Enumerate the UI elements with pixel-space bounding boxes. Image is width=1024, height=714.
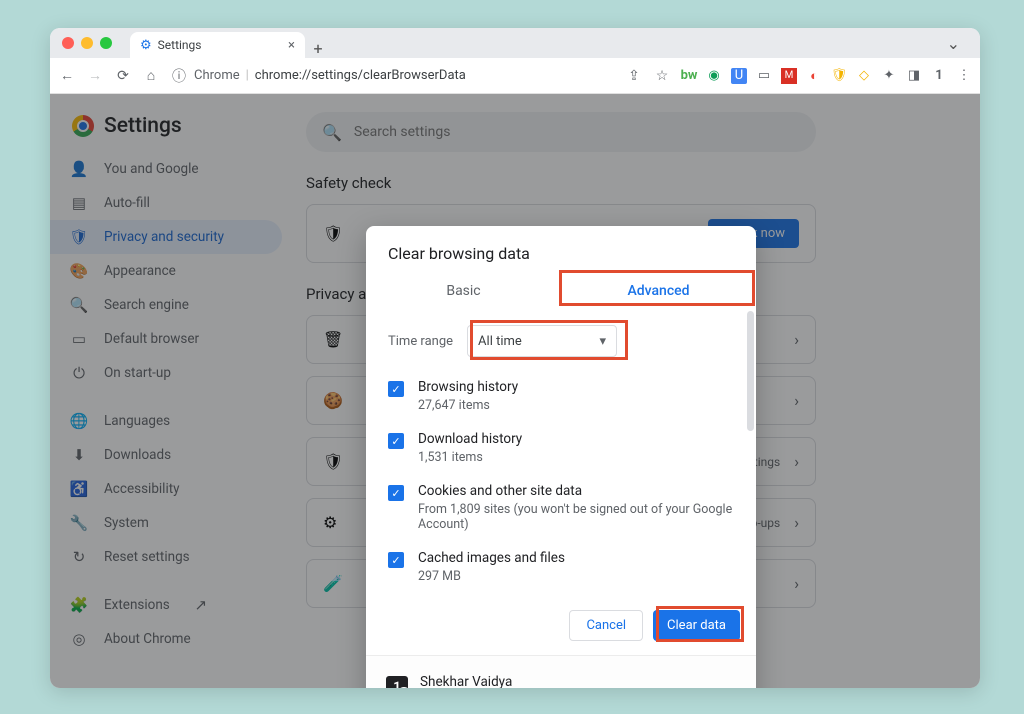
close-tab-icon[interactable]: × (288, 38, 295, 53)
check-cache[interactable]: ✓ Cached images and files297 MB (388, 544, 734, 596)
back-button[interactable]: ← (58, 67, 76, 84)
check-browsing-history[interactable]: ✓ Browsing history27,647 items (388, 373, 734, 425)
extension-icon[interactable]: 1 (931, 68, 947, 84)
clear-data-button[interactable]: Clear data (653, 610, 740, 641)
time-range-label: Time range (388, 334, 453, 349)
forward-button[interactable]: → (86, 67, 104, 84)
url-prefix: Chrome (194, 68, 240, 83)
checkbox-checked-icon[interactable]: ✓ (388, 433, 404, 449)
gear-icon: ⚙ (140, 38, 152, 53)
home-button[interactable]: ⌂ (142, 67, 160, 84)
chrome-window: ⚙ Settings × + ⌄ ← → ⟳ ⌂ ⓘ Chrome | chro… (50, 28, 980, 688)
reload-button[interactable]: ⟳ (114, 68, 132, 84)
check-download-history[interactable]: ✓ Download history1,531 items (388, 425, 734, 477)
settings-page: Settings 👤You and Google ▤Auto-fill 🛡Pri… (50, 94, 980, 688)
dialog-actions: Cancel Clear data (366, 602, 756, 656)
time-range-select[interactable]: All time ▾ (467, 325, 617, 357)
sync-account-row[interactable]: 1 Shekhar Vaidya Syncing to shekhar@tech… (366, 656, 756, 688)
address-bar[interactable]: ⓘ Chrome | chrome://settings/clearBrowse… (170, 66, 615, 86)
tab-strip: ⚙ Settings × + (130, 28, 331, 58)
checkbox-checked-icon[interactable]: ✓ (388, 381, 404, 397)
scrollbar[interactable] (747, 311, 754, 431)
share-icon[interactable]: ⇪ (625, 68, 643, 84)
check-cookies[interactable]: ✓ Cookies and other site dataFrom 1,809 … (388, 477, 734, 544)
minimize-window-icon[interactable] (81, 37, 93, 49)
extensions-row: bw ◉ U ▭ M ◐ 🛡 ◇ ✦ ◨ 1 ⋮ (681, 68, 972, 84)
tab-basic[interactable]: Basic (366, 273, 561, 311)
fullscreen-window-icon[interactable] (100, 37, 112, 49)
star-icon[interactable]: ☆ (653, 68, 671, 84)
url-path: chrome://settings/clearBrowserData (255, 68, 466, 83)
account-name: Shekhar Vaidya (420, 674, 605, 688)
time-range-row: Time range All time ▾ (388, 325, 734, 357)
cancel-button[interactable]: Cancel (569, 610, 643, 641)
extension-icon[interactable]: 🛡 (831, 68, 847, 84)
extension-icon[interactable]: bw (681, 68, 697, 84)
extension-icon[interactable]: ◉ (706, 68, 722, 84)
new-tab-button[interactable]: + (305, 39, 331, 58)
tab-title: Settings (158, 38, 202, 52)
extension-icon[interactable]: ▭ (756, 68, 772, 84)
chevron-down-icon: ▾ (600, 334, 607, 349)
extension-icon[interactable]: ◨ (906, 68, 922, 84)
chevron-down-icon[interactable]: ⌄ (947, 34, 960, 53)
extension-icon[interactable]: ◐ (806, 68, 822, 84)
window-titlebar: ⚙ Settings × + ⌄ (50, 28, 980, 58)
extension-icon[interactable]: M (781, 68, 797, 84)
dialog-body: Time range All time ▾ ✓ Browsing history… (366, 311, 756, 602)
account-avatar-icon: 1 (386, 676, 408, 688)
checkbox-checked-icon[interactable]: ✓ (388, 552, 404, 568)
puzzle-icon[interactable]: ✦ (881, 68, 897, 84)
dialog-tabs: Basic Advanced (366, 273, 756, 311)
traffic-lights (62, 37, 112, 49)
clear-browsing-data-dialog: Clear browsing data Basic Advanced Time … (366, 226, 756, 688)
extension-icon[interactable]: ◇ (856, 68, 872, 84)
extension-icon[interactable]: U (731, 68, 747, 84)
dialog-title: Clear browsing data (366, 226, 756, 273)
browser-tab-settings[interactable]: ⚙ Settings × (130, 32, 305, 58)
info-icon: ⓘ (170, 66, 188, 86)
close-window-icon[interactable] (62, 37, 74, 49)
tab-advanced[interactable]: Advanced (561, 273, 756, 311)
checkbox-checked-icon[interactable]: ✓ (388, 485, 404, 501)
menu-icon[interactable]: ⋮ (956, 68, 972, 84)
toolbar: ← → ⟳ ⌂ ⓘ Chrome | chrome://settings/cle… (50, 58, 980, 94)
